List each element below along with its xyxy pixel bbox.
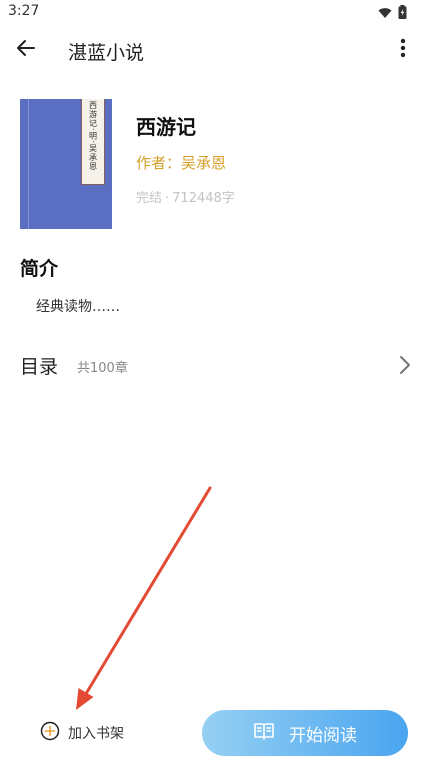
book-status: 完结	[136, 191, 163, 206]
cover-binding-line	[28, 99, 29, 229]
status-bar: 3:27	[0, 0, 431, 24]
start-reading-label: 开始阅读	[289, 725, 357, 746]
intro-text: 经典读物……	[36, 299, 120, 315]
status-icons	[378, 4, 407, 23]
book-title: 西游记	[136, 115, 196, 139]
toc-label: 目录	[20, 356, 59, 378]
more-options-button[interactable]	[391, 36, 415, 64]
book-cover[interactable]: 西游记·明·吴承恩	[20, 99, 112, 229]
more-vertical-icon	[400, 38, 406, 62]
add-to-shelf-button[interactable]: 加入书架	[40, 720, 124, 746]
status-time: 3:27	[8, 3, 40, 19]
intro-heading: 简介	[20, 258, 59, 280]
page-title: 湛蓝小说	[68, 42, 145, 64]
book-author[interactable]: 作者：吴承恩	[136, 152, 226, 173]
table-of-contents-row[interactable]: 目录 共100章	[0, 344, 431, 388]
battery-icon	[398, 4, 407, 23]
book-meta: 完结 · 712448字	[136, 187, 235, 206]
app-bar: 湛蓝小说	[0, 24, 431, 76]
back-button[interactable]	[12, 36, 40, 64]
wifi-icon	[378, 4, 392, 23]
book-word-count: 712448字	[172, 191, 235, 206]
start-reading-button[interactable]: 开始阅读	[202, 710, 408, 756]
bottom-action-bar: 加入书架 开始阅读	[0, 705, 431, 761]
book-open-icon	[253, 721, 275, 746]
cover-title-label: 西游记·明·吴承恩	[81, 99, 105, 185]
meta-separator: ·	[165, 191, 170, 206]
toc-chapter-count: 共100章	[77, 361, 128, 376]
chevron-right-icon	[397, 354, 413, 376]
arrow-left-icon	[16, 38, 36, 62]
add-to-shelf-label: 加入书架	[68, 726, 124, 742]
plus-circle-icon	[40, 721, 60, 745]
cover-title-text: 西游记·明·吴承恩	[88, 101, 98, 172]
